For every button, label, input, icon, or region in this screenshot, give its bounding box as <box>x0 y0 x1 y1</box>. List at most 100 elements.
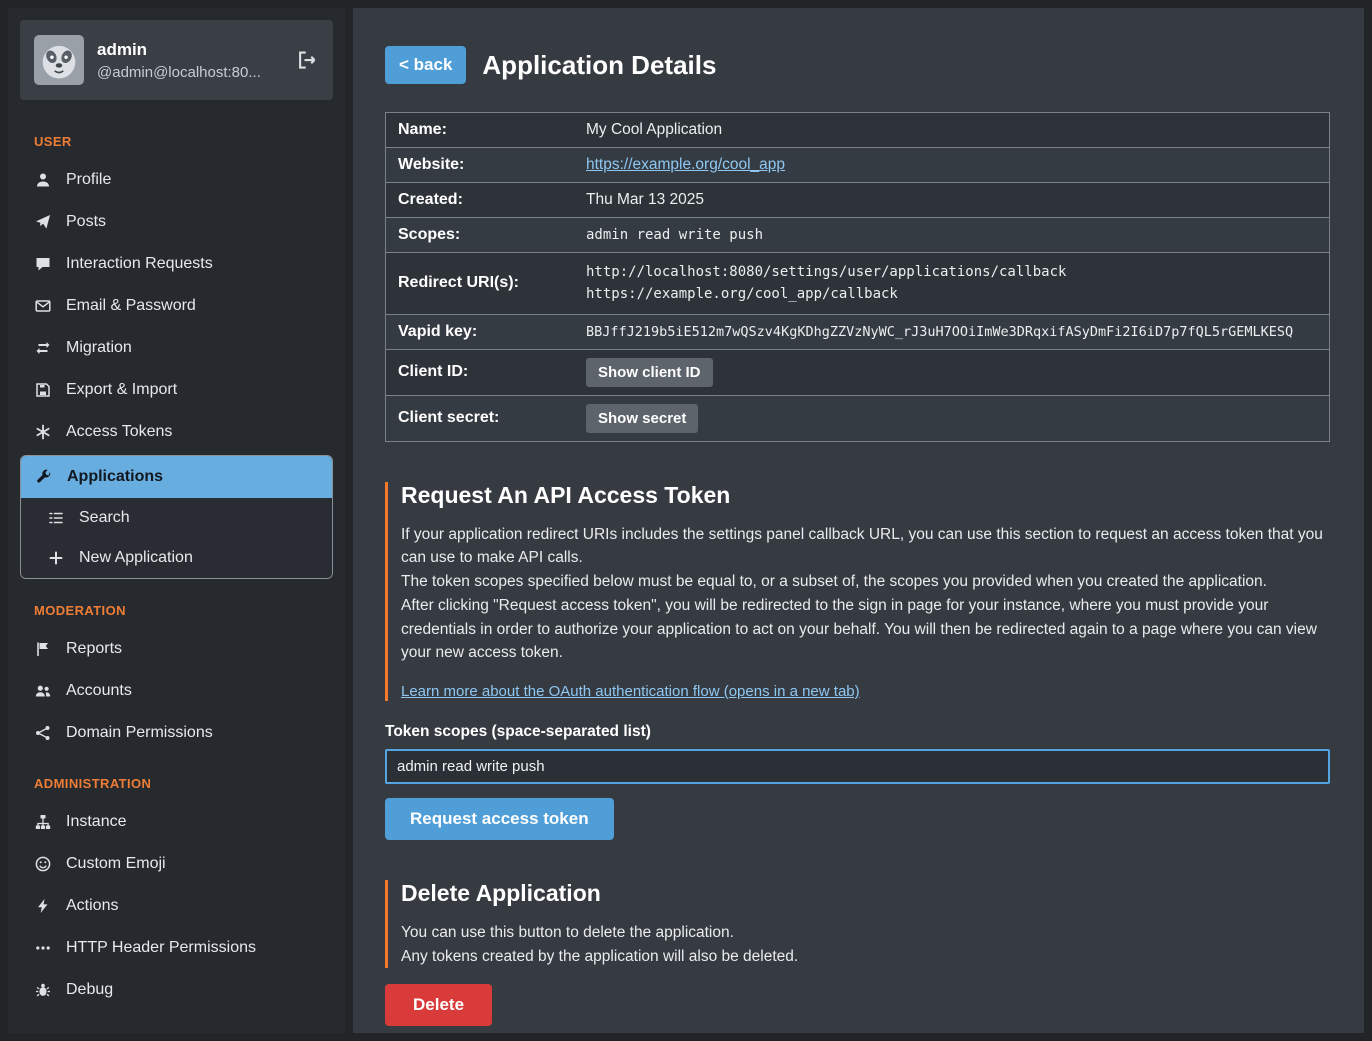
sidebar: admin @admin@localhost:80... USER Profil… <box>8 8 345 1033</box>
user-handle: @admin@localhost:80... <box>97 64 282 81</box>
paper-plane-icon <box>34 214 52 230</box>
sidebar-item-label: Instance <box>66 813 126 831</box>
sidebar-item-applications[interactable]: Applications <box>21 456 332 498</box>
delete-application-section: Delete Application You can use this butt… <box>385 880 1330 968</box>
row-label: Website: <box>386 148 574 182</box>
page-header: < back Application Details <box>385 46 1330 84</box>
bolt-icon <box>34 898 52 914</box>
row-label: Client ID: <box>386 355 574 389</box>
back-button[interactable]: < back <box>385 46 466 84</box>
sidebar-item-label: Actions <box>66 897 118 915</box>
sidebar-item-domain-permissions[interactable]: Domain Permissions <box>8 712 345 754</box>
sidebar-item-http-header-permissions[interactable]: HTTP Header Permissions <box>8 927 345 969</box>
table-row-name: Name: My Cool Application <box>386 113 1329 147</box>
row-label: Created: <box>386 183 574 217</box>
delete-button[interactable]: Delete <box>385 984 492 1026</box>
table-row-redirect-uris: Redirect URI(s): http://localhost:8080/s… <box>386 252 1329 314</box>
request-token-section: Request An API Access Token If your appl… <box>385 482 1330 701</box>
applications-submenu: Search New Application <box>21 498 332 578</box>
sidebar-item-debug[interactable]: Debug <box>8 969 345 1011</box>
row-label: Client secret: <box>386 401 574 435</box>
user-info: admin @admin@localhost:80... <box>97 40 282 81</box>
page-title: Application Details <box>482 50 716 81</box>
row-label: Scopes: <box>386 218 574 252</box>
floppy-icon <box>34 382 52 398</box>
sidebar-item-export-import[interactable]: Export & Import <box>8 369 345 411</box>
redirect-uri: https://example.org/cool_app/callback <box>586 283 1317 305</box>
sidebar-item-migration[interactable]: Migration <box>8 327 345 369</box>
logout-icon <box>297 50 317 70</box>
sidebar-item-new-application[interactable]: New Application <box>21 538 332 578</box>
delete-paragraph: You can use this button to delete the ap… <box>401 921 1330 945</box>
sidebar-item-label: HTTP Header Permissions <box>66 939 256 957</box>
sidebar-item-label: Interaction Requests <box>66 255 213 273</box>
request-token-title: Request An API Access Token <box>401 482 1330 509</box>
sidebar-item-label: Domain Permissions <box>66 724 213 742</box>
sidebar-item-accounts[interactable]: Accounts <box>8 670 345 712</box>
users-icon <box>34 683 52 699</box>
request-token-paragraph: The token scopes specified below must be… <box>401 570 1330 594</box>
sidebar-item-custom-emoji[interactable]: Custom Emoji <box>8 843 345 885</box>
table-row-client-id: Client ID: Show client ID <box>386 349 1329 395</box>
table-row-vapid-key: Vapid key: BBJffJ219b5iE512m7wQSzv4KgKDh… <box>386 314 1329 349</box>
user-name: admin <box>97 40 147 59</box>
sidebar-item-label: Search <box>79 509 130 527</box>
sidebar-item-email-password[interactable]: Email & Password <box>8 285 345 327</box>
comment-icon <box>34 256 52 272</box>
row-label: Vapid key: <box>386 315 574 349</box>
sidebar-item-label: Reports <box>66 640 122 658</box>
sidebar-item-search[interactable]: Search <box>21 498 332 538</box>
sidebar-item-label: Migration <box>66 339 132 357</box>
request-token-paragraph: If your application redirect URIs includ… <box>401 523 1330 570</box>
ellipsis-icon <box>34 940 52 956</box>
bug-icon <box>34 982 52 998</box>
section-label-administration: ADMINISTRATION <box>8 754 345 801</box>
application-name: My Cool Application <box>574 113 1329 147</box>
user-icon <box>34 172 52 188</box>
token-scopes-input[interactable] <box>385 749 1330 784</box>
tools-icon <box>35 469 53 485</box>
sidebar-item-label: Export & Import <box>66 381 177 399</box>
sidebar-item-actions[interactable]: Actions <box>8 885 345 927</box>
request-access-token-button[interactable]: Request access token <box>385 798 614 840</box>
sidebar-item-label: Posts <box>66 213 106 231</box>
sidebar-item-reports[interactable]: Reports <box>8 628 345 670</box>
applications-group: Applications Search New Application <box>20 455 333 579</box>
envelope-icon <box>34 298 52 314</box>
asterisk-icon <box>34 424 52 440</box>
sidebar-item-label: Custom Emoji <box>66 855 166 873</box>
sidebar-item-label: Accounts <box>66 682 132 700</box>
redirect-uri: http://localhost:8080/settings/user/appl… <box>586 261 1317 283</box>
row-label: Name: <box>386 113 574 147</box>
show-secret-button[interactable]: Show secret <box>586 404 698 433</box>
plus-icon <box>47 550 65 566</box>
scopes-value: admin read write push <box>574 219 1329 251</box>
sidebar-item-posts[interactable]: Posts <box>8 201 345 243</box>
sidebar-item-profile[interactable]: Profile <box>8 159 345 201</box>
sidebar-item-label: Debug <box>66 981 113 999</box>
sloth-avatar <box>34 35 84 85</box>
application-details-table: Name: My Cool Application Website: https… <box>385 112 1330 442</box>
share-nodes-icon <box>34 725 52 741</box>
sidebar-item-label: Profile <box>66 171 111 189</box>
sidebar-item-interaction-requests[interactable]: Interaction Requests <box>8 243 345 285</box>
flag-icon <box>34 641 52 657</box>
show-client-id-button[interactable]: Show client ID <box>586 358 713 387</box>
logout-button[interactable] <box>295 48 319 72</box>
request-token-paragraph: After clicking "Request access token", y… <box>401 594 1330 665</box>
vapid-key: BBJffJ219b5iE512m7wQSzv4KgKDhgZZVzNyWC_r… <box>574 316 1329 348</box>
row-label: Redirect URI(s): <box>386 266 574 300</box>
delete-application-title: Delete Application <box>401 880 1330 907</box>
sidebar-item-access-tokens[interactable]: Access Tokens <box>8 411 345 453</box>
table-row-website: Website: https://example.org/cool_app <box>386 147 1329 182</box>
table-row-created: Created: Thu Mar 13 2025 <box>386 182 1329 217</box>
arrows-icon <box>34 340 52 356</box>
oauth-docs-link[interactable]: Learn more about the OAuth authenticatio… <box>401 683 860 700</box>
user-card[interactable]: admin @admin@localhost:80... <box>20 20 333 100</box>
list-icon <box>47 510 65 526</box>
token-scopes-label: Token scopes (space-separated list) <box>385 723 1330 741</box>
sidebar-item-instance[interactable]: Instance <box>8 801 345 843</box>
website-link[interactable]: https://example.org/cool_app <box>586 156 785 173</box>
table-row-client-secret: Client secret: Show secret <box>386 395 1329 441</box>
sitemap-icon <box>34 814 52 830</box>
